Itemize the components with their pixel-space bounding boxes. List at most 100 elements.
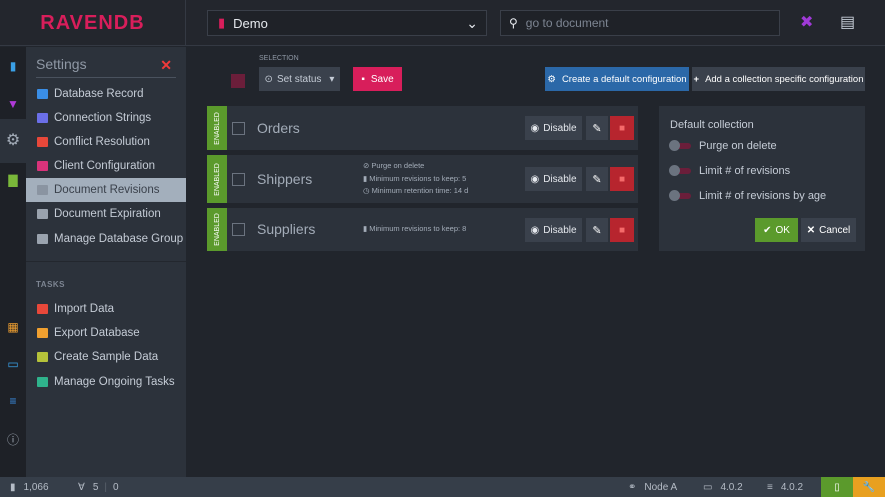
documents-icon[interactable]: ▮ (0, 59, 26, 73)
delete-button[interactable]: ■ (610, 167, 634, 191)
menu-item-import-data[interactable]: Import Data (26, 297, 186, 321)
close-icon[interactable]: ✕ (160, 57, 172, 74)
index-icon: ∀ (78, 481, 85, 493)
disable-button[interactable]: ◉ Disable (525, 218, 582, 242)
settings-menu: Settings ✕ Database Record Connection St… (26, 47, 186, 477)
stop-circle-icon: ◉ (530, 224, 540, 236)
cluster-icon: ⚭ (628, 481, 637, 493)
sample-data-icon (37, 352, 48, 362)
default-collection-panel: Default collection Purge on delete Limit… (659, 106, 865, 251)
indexes-count[interactable]: ∀ 5 | 0 (78, 477, 119, 497)
cluster-dashboard-icon[interactable]: ▭ (0, 357, 26, 371)
top-bar: RAVENDB ▮ Demo ⌄ ⚲ go to document ✖ ▤ (0, 0, 885, 46)
ravendb-logo[interactable]: RAVENDB (0, 0, 186, 46)
search-input[interactable]: go to document (526, 16, 609, 30)
main-nav-strip: ▮ ▼ ⚙ ▇ ▦ ▭ ≡ ⓘ (0, 47, 26, 477)
caret-down-icon: ▾ (329, 73, 335, 85)
chat-icon[interactable]: ▤ (840, 12, 855, 32)
status-badge: ENABLED (207, 155, 227, 203)
collection-row: ENABLED Shippers ⊘ Purge on delete ▮ Min… (207, 155, 638, 203)
toggle-switch[interactable] (669, 140, 691, 151)
menu-label: Manage Database Group (54, 233, 184, 245)
menu-label: Connection Strings (54, 112, 152, 124)
menu-item-manage-ongoing-tasks[interactable]: Manage Ongoing Tasks (26, 370, 186, 394)
create-default-config-button[interactable]: ⚙ Create a default configuration (545, 67, 689, 91)
menu-label: Document Expiration (54, 208, 161, 220)
wrench-icon[interactable]: 🔧 (853, 477, 885, 497)
delete-button[interactable]: ■ (610, 116, 634, 140)
set-status-dropdown[interactable]: ⊙ Set status ▾ (259, 67, 340, 91)
settings-gear-icon[interactable]: ⚙ (0, 119, 26, 163)
menu-item-connection-strings[interactable]: Connection Strings (26, 106, 186, 130)
notification-status-icon[interactable]: ✖ (800, 12, 813, 32)
database-selector[interactable]: ▮ Demo ⌄ (207, 10, 487, 36)
documents-count[interactable]: ▮ 1,066 (10, 477, 49, 497)
edit-button[interactable]: ✎ (586, 167, 608, 191)
trash-icon: ■ (618, 122, 626, 134)
select-all-checkbox[interactable] (231, 74, 245, 88)
connection-strings-icon (37, 113, 48, 123)
monitor-icon: ▭ (703, 481, 713, 493)
database-name: Demo (233, 15, 268, 31)
status-badge: ENABLED (207, 208, 227, 251)
server-version: ≡ 4.0.2 (767, 481, 804, 493)
node-tag[interactable]: ⚭ Node A (628, 477, 677, 497)
stats-icon[interactable]: ▇ (0, 173, 26, 187)
status-badge: ENABLED (207, 106, 227, 150)
cancel-button[interactable]: ✕ Cancel (801, 218, 856, 242)
close-icon: ✕ (806, 224, 816, 236)
ongoing-tasks-icon (37, 377, 48, 387)
chevron-down-icon: ⌄ (466, 15, 478, 31)
plus-icon: + (693, 73, 700, 85)
save-label: Save (370, 73, 394, 85)
row-checkbox[interactable] (232, 122, 245, 135)
status-bar: ▮ 1,066 ∀ 5 | 0 ⚭ Node A ▭ 4.0.2 ≡ 4.0.2 ▯ 🔧 (0, 477, 885, 497)
menu-item-client-configuration[interactable]: Client Configuration (26, 154, 186, 178)
menu-item-database-record[interactable]: Database Record (26, 82, 186, 106)
row-checkbox[interactable] (232, 223, 245, 236)
trash-icon: ■ (618, 224, 626, 236)
client-configuration-icon (37, 161, 48, 171)
toggle-switch[interactable] (669, 190, 691, 201)
selection-label: SELECTION (259, 55, 299, 62)
menu-item-create-sample-data[interactable]: Create Sample Data (26, 345, 186, 369)
purge-on-delete-toggle[interactable]: Purge on delete (669, 140, 777, 152)
menu-label: Database Record (54, 88, 144, 100)
menu-label: Conflict Resolution (54, 136, 150, 148)
document-status-icon[interactable]: ▯ (821, 477, 853, 497)
menu-label: Import Data (54, 303, 115, 315)
edit-button[interactable]: ✎ (586, 116, 608, 140)
search-box[interactable]: ⚲ go to document (500, 10, 780, 36)
menu-label: Document Revisions (54, 184, 160, 196)
edit-button[interactable]: ✎ (586, 218, 608, 242)
ok-button[interactable]: ✔ OK (755, 218, 798, 242)
create-default-label: Create a default configuration (561, 73, 687, 85)
database-group-icon (37, 234, 48, 244)
about-icon[interactable]: ⓘ (0, 431, 26, 448)
row-checkbox[interactable] (232, 173, 245, 186)
add-collection-config-button[interactable]: + Add a collection specific configuration (692, 67, 865, 91)
collection-name: Suppliers (257, 221, 316, 237)
menu-item-document-expiration[interactable]: Document Expiration (26, 202, 186, 226)
import-icon (37, 304, 48, 314)
menu-item-document-revisions[interactable]: Document Revisions (26, 178, 186, 202)
menu-item-export-database[interactable]: Export Database (26, 321, 186, 345)
document-icon: ▮ (10, 481, 16, 493)
save-icon: ▪ (361, 73, 365, 85)
menu-item-conflict-resolution[interactable]: Conflict Resolution (26, 130, 186, 154)
limit-revisions-toggle[interactable]: Limit # of revisions (669, 165, 790, 177)
disable-button[interactable]: ◉ Disable (525, 116, 582, 140)
limit-revisions-by-age-toggle[interactable]: Limit # of revisions by age (669, 190, 826, 202)
indexes-icon[interactable]: ▼ (0, 97, 26, 111)
disable-button[interactable]: ◉ Disable (525, 167, 582, 191)
document-revisions-icon (37, 185, 48, 195)
manage-server-icon[interactable]: ▦ (0, 320, 26, 334)
toggle-switch[interactable] (669, 165, 691, 176)
save-button[interactable]: ▪ Save (353, 67, 402, 91)
menu-label: Client Configuration (54, 160, 156, 172)
delete-button[interactable]: ■ (610, 218, 634, 242)
server-settings-icon[interactable]: ≡ (0, 394, 26, 408)
clock-icon: ◷ (363, 186, 372, 195)
menu-item-manage-database-group[interactable]: Manage Database Group (26, 227, 186, 251)
tasks-header: TASKS (36, 280, 66, 289)
